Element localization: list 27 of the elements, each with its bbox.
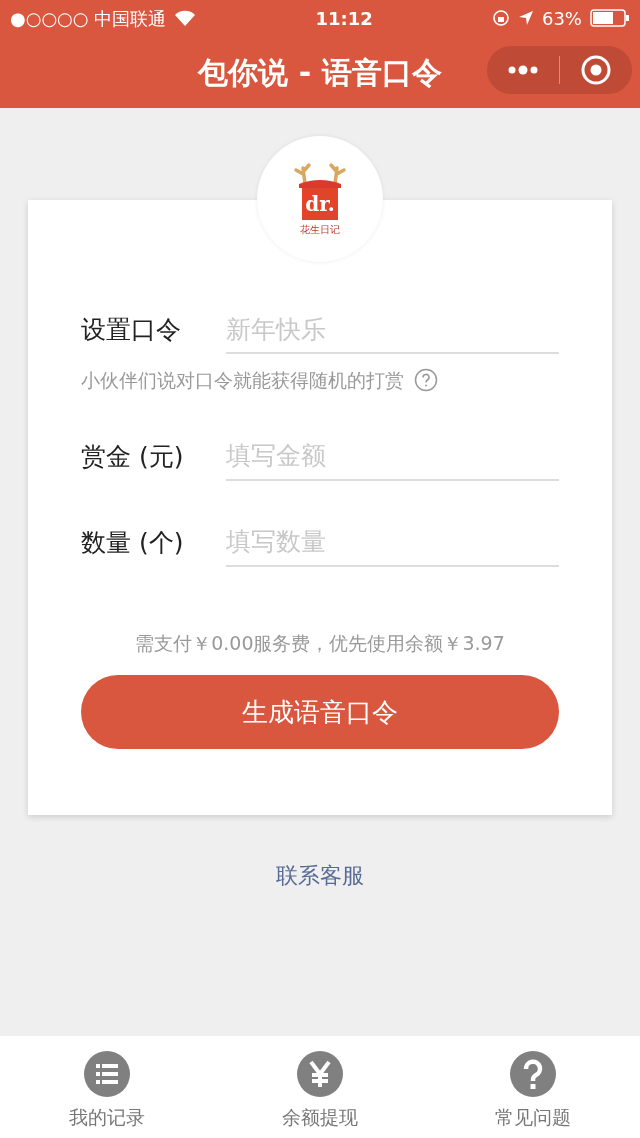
fee-note: 需支付￥0.00服务费，优先使用余额￥3.97 (134, 630, 506, 656)
tab-item[interactable]: 余额提现 (213, 1036, 427, 1138)
rotation-lock-icon (491, 9, 510, 27)
wifi-icon (174, 10, 197, 26)
yen-icon (297, 1051, 343, 1097)
field-label: 赏金 (元) (81, 440, 185, 473)
field-label: 设置口令 (81, 314, 182, 347)
field-label: 数量 (个) (81, 526, 185, 559)
list-icon (83, 1051, 130, 1097)
antlers-icon (293, 161, 347, 188)
carrier: ●○○○○ 中国联通 (10, 6, 167, 31)
hint-text: 小伙伴们说对口令就能获得随机的打赏 (81, 368, 404, 393)
page-title: 包你说 - 语音口令 (198, 53, 442, 92)
battery-percent: 63% (541, 6, 582, 31)
logo-mark: dr. (302, 187, 338, 220)
help-icon[interactable] (414, 368, 438, 393)
location-icon (517, 10, 534, 26)
battery-icon (590, 9, 630, 27)
help-icon (510, 1051, 557, 1097)
clock: 11:12 (315, 6, 373, 31)
submit-button[interactable]: 生成语音口令 (81, 675, 559, 749)
tab-item[interactable]: 我的记录 (0, 1036, 214, 1138)
contact-link[interactable]: 联系客服 (276, 859, 364, 892)
more-icon (507, 65, 539, 75)
target-icon (581, 55, 611, 85)
logo-caption: 花生日记 (300, 222, 340, 237)
tab-item[interactable]: 常见问题 (426, 1036, 640, 1138)
